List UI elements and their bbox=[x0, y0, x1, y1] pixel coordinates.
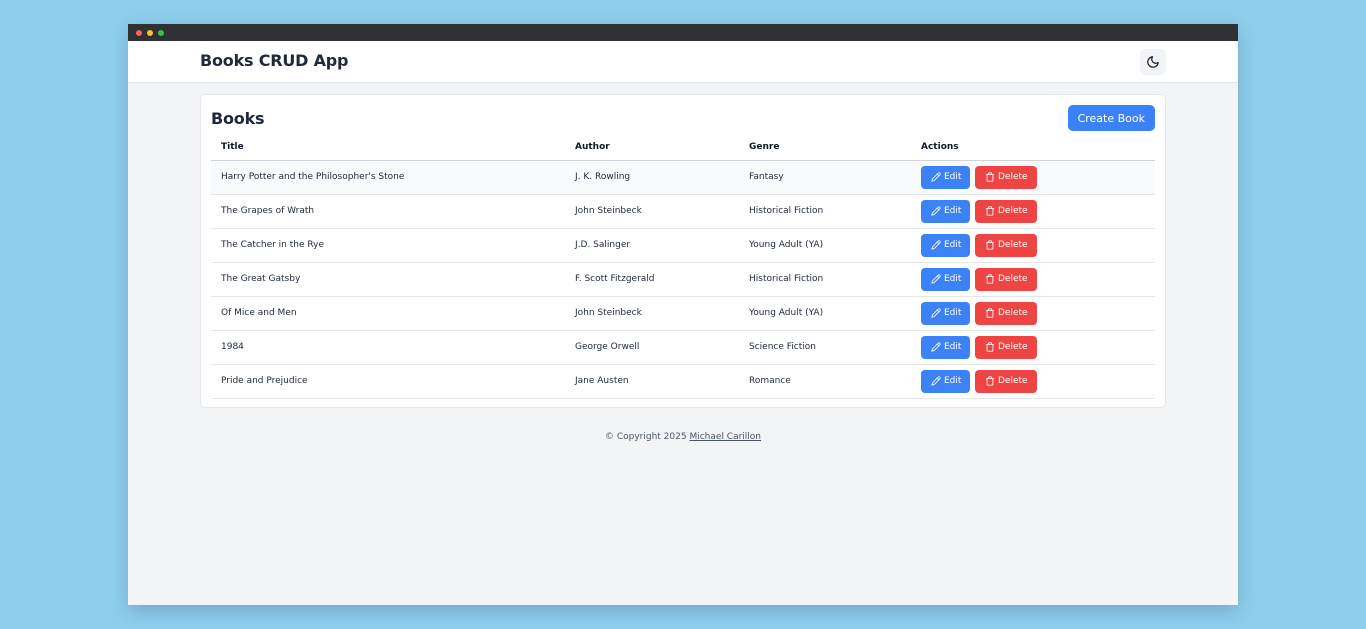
book-author-cell: George Orwell bbox=[565, 330, 739, 365]
book-actions-cell: Edit Delete bbox=[911, 296, 1155, 331]
pencil-icon bbox=[931, 172, 941, 182]
pencil-icon bbox=[931, 308, 941, 318]
edit-button[interactable]: Edit bbox=[921, 369, 970, 393]
delete-label: Delete bbox=[998, 342, 1028, 352]
book-title-cell: Of Mice and Men bbox=[211, 296, 565, 331]
book-genre-cell: Science Fiction bbox=[739, 330, 911, 365]
delete-label: Delete bbox=[998, 308, 1028, 318]
trash-icon bbox=[985, 308, 995, 318]
book-title-cell: The Great Gatsby bbox=[211, 262, 565, 297]
table-header-row: Title Author Genre Actions bbox=[211, 134, 1155, 161]
book-actions-cell: Edit Delete bbox=[911, 364, 1155, 399]
copyright-text: © Copyright 2025 bbox=[604, 432, 687, 442]
trash-icon bbox=[985, 376, 995, 386]
book-author-cell: J.D. Salinger bbox=[565, 228, 739, 263]
delete-label: Delete bbox=[998, 172, 1028, 182]
book-genre-cell: Young Adult (YA) bbox=[739, 296, 911, 331]
table-row: Of Mice and Men John Steinbeck Young Adult… bbox=[211, 296, 1155, 331]
column-header-title: Title bbox=[211, 134, 565, 161]
delete-button[interactable]: Delete bbox=[975, 233, 1037, 257]
column-header-actions: Actions bbox=[911, 134, 1155, 161]
pencil-icon bbox=[931, 376, 941, 386]
trash-icon bbox=[985, 342, 995, 352]
edit-button[interactable]: Edit bbox=[921, 199, 970, 223]
edit-button[interactable]: Edit bbox=[921, 335, 970, 359]
edit-button[interactable]: Edit bbox=[921, 233, 970, 257]
book-actions-cell: Edit Delete bbox=[911, 228, 1155, 263]
column-header-author: Author bbox=[565, 134, 739, 161]
edit-button[interactable]: Edit bbox=[921, 165, 970, 189]
edit-label: Edit bbox=[944, 308, 962, 318]
table-row: The Catcher in the Rye J.D. Salinger Young… bbox=[211, 228, 1155, 263]
pencil-icon bbox=[931, 274, 941, 284]
edit-label: Edit bbox=[944, 274, 962, 284]
table-row: The Great Gatsby F. Scott Fitzgerald Histo… bbox=[211, 262, 1155, 297]
trash-icon bbox=[985, 274, 995, 284]
delete-button[interactable]: Delete bbox=[975, 335, 1037, 359]
window-titlebar bbox=[128, 24, 1238, 41]
delete-label: Delete bbox=[998, 376, 1028, 386]
browser-window: Books CRUD App Books Create Book Title A… bbox=[128, 24, 1238, 605]
trash-icon bbox=[985, 206, 995, 216]
edit-label: Edit bbox=[944, 342, 962, 352]
create-book-button[interactable]: Create Book bbox=[1067, 105, 1155, 131]
footer: © Copyright 2025 Michael Carillon bbox=[128, 432, 1238, 442]
author-link[interactable]: Michael Carillon bbox=[689, 432, 761, 442]
maximize-window-dot[interactable] bbox=[158, 29, 164, 36]
edit-label: Edit bbox=[944, 206, 962, 216]
app-header: Books CRUD App bbox=[128, 41, 1238, 83]
moon-icon bbox=[1147, 56, 1159, 68]
edit-button[interactable]: Edit bbox=[921, 301, 970, 325]
book-title-cell: Pride and Prejudice bbox=[211, 364, 565, 399]
book-actions-cell: Edit Delete bbox=[911, 330, 1155, 365]
book-author-cell: John Steinbeck bbox=[565, 296, 739, 331]
table-row: The Grapes of Wrath John Steinbeck Histori… bbox=[211, 194, 1155, 229]
trash-icon bbox=[985, 240, 995, 250]
delete-label: Delete bbox=[998, 240, 1028, 250]
edit-label: Edit bbox=[944, 172, 962, 182]
book-title-cell: The Grapes of Wrath bbox=[211, 194, 565, 229]
delete-button[interactable]: Delete bbox=[975, 369, 1037, 393]
edit-button[interactable]: Edit bbox=[921, 267, 970, 291]
book-genre-cell: Young Adult (YA) bbox=[739, 228, 911, 263]
delete-button[interactable]: Delete bbox=[975, 301, 1037, 325]
column-header-genre: Genre bbox=[739, 134, 911, 161]
book-author-cell: Jane Austen bbox=[565, 364, 739, 399]
delete-button[interactable]: Delete bbox=[975, 267, 1037, 291]
table-row: Pride and Prejudice Jane Austen Romance Edi… bbox=[211, 364, 1155, 399]
book-genre-cell: Romance bbox=[739, 364, 911, 399]
pencil-icon bbox=[931, 240, 941, 250]
books-card: Books Create Book Title Author Genre Act… bbox=[200, 94, 1166, 408]
book-actions-cell: Edit Delete bbox=[911, 262, 1155, 297]
theme-toggle-button[interactable] bbox=[1140, 49, 1166, 75]
book-title-cell: The Catcher in the Rye bbox=[211, 228, 565, 263]
book-author-cell: F. Scott Fitzgerald bbox=[565, 262, 739, 297]
delete-label: Delete bbox=[998, 206, 1028, 216]
book-title-cell: Harry Potter and the Philosopher's Stone bbox=[211, 160, 565, 195]
trash-icon bbox=[985, 172, 995, 182]
book-genre-cell: Historical Fiction bbox=[739, 194, 911, 229]
minimize-window-dot[interactable] bbox=[147, 29, 153, 36]
book-actions-cell: Edit Delete bbox=[911, 160, 1155, 195]
table-row: Harry Potter and the Philosopher's Stone… bbox=[211, 160, 1155, 195]
table-row: 1984 George Orwell Science Fiction Edit Dele… bbox=[211, 330, 1155, 365]
book-genre-cell: Fantasy bbox=[739, 160, 911, 195]
book-genre-cell: Historical Fiction bbox=[739, 262, 911, 297]
page-title: Books bbox=[211, 108, 265, 128]
pencil-icon bbox=[931, 206, 941, 216]
books-table: Title Author Genre Actions Harry Potter … bbox=[211, 134, 1155, 399]
delete-label: Delete bbox=[998, 274, 1028, 284]
book-author-cell: J. K. Rowling bbox=[565, 160, 739, 195]
edit-label: Edit bbox=[944, 240, 962, 250]
edit-label: Edit bbox=[944, 376, 962, 386]
delete-button[interactable]: Delete bbox=[975, 199, 1037, 223]
close-window-dot[interactable] bbox=[136, 29, 142, 36]
book-title-cell: 1984 bbox=[211, 330, 565, 365]
app-title: Books CRUD App bbox=[200, 51, 349, 70]
book-actions-cell: Edit Delete bbox=[911, 194, 1155, 229]
book-author-cell: John Steinbeck bbox=[565, 194, 739, 229]
pencil-icon bbox=[931, 342, 941, 352]
delete-button[interactable]: Delete bbox=[975, 165, 1037, 189]
